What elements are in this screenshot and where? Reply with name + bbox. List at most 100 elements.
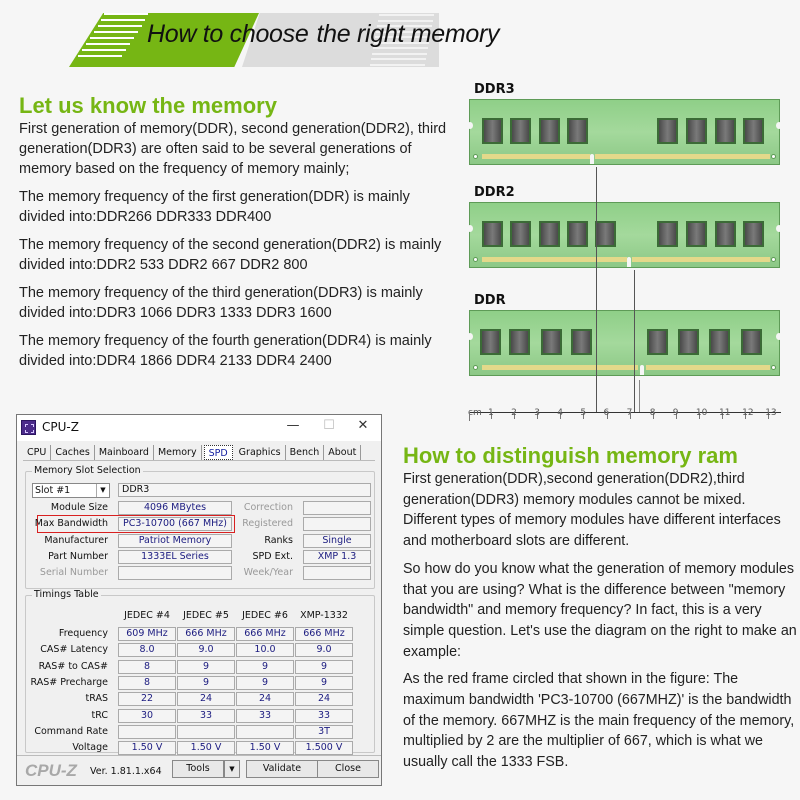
memory-type-field: DDR3 xyxy=(118,483,371,497)
ddr4-frequency-paragraph: The memory frequency of the fourth gener… xyxy=(19,333,432,369)
timings-row-label: Frequency xyxy=(58,628,108,639)
intro-paragraph: First generation of memory(DDR), second … xyxy=(19,121,447,177)
banner-title-part1: How to choose xyxy=(147,20,309,48)
timings-column-header: JEDEC #6 xyxy=(242,610,288,621)
timings-table-label: Timings Table xyxy=(32,589,101,600)
timings-column-header: XMP-1332 xyxy=(300,610,348,621)
slot-select-value: Slot #1 xyxy=(35,485,71,496)
ruler-tick-label: 11 xyxy=(719,408,731,418)
spd-label: Registered xyxy=(242,518,293,530)
tools-dropdown-button[interactable]: ▼ xyxy=(224,760,240,778)
timings-cell: 24 xyxy=(177,692,235,707)
ddr2-frequency-paragraph: The memory frequency of the second gener… xyxy=(19,237,442,273)
spd-label: Part Number xyxy=(48,550,108,562)
timings-cell: 1.50 V xyxy=(236,741,294,756)
mixing-paragraph: First generation(DDR),second generation(… xyxy=(403,471,781,550)
timings-cell: 9.0 xyxy=(177,643,235,658)
timings-cell: 33 xyxy=(236,708,294,723)
example-paragraph: As the red frame circled that shown in t… xyxy=(403,671,795,771)
spd-label: Week/Year xyxy=(243,567,293,579)
timings-row-label: Command Rate xyxy=(34,725,108,737)
minimize-button[interactable]: — xyxy=(283,418,303,436)
ddr-notch-guide-line xyxy=(639,380,640,413)
cpuz-titlebar: CPU-Z — ☐ ✕ xyxy=(17,415,381,441)
tab-mainboard[interactable]: Mainboard xyxy=(95,445,154,460)
timings-cell: 8 xyxy=(118,659,176,674)
timings-cell: 666 MHz xyxy=(295,627,353,641)
timings-cell: 9 xyxy=(236,659,294,674)
timings-cell xyxy=(177,724,235,739)
spd-label: SPD Ext. xyxy=(252,550,293,562)
cpuz-brand-logo: CPU-Z xyxy=(25,761,77,780)
timings-row-label: CAS# Latency xyxy=(40,644,108,656)
spd-label: Manufacturer xyxy=(44,534,108,546)
close-window-button[interactable]: ✕ xyxy=(353,418,373,436)
timings-cell: 9 xyxy=(177,659,235,674)
timings-cell: 666 MHz xyxy=(177,627,235,641)
ram-label-ddr3: DDR3 xyxy=(474,82,515,97)
timings-cell: 9 xyxy=(295,675,353,690)
ruler-tick-label: 1 xyxy=(488,408,494,418)
spd-value: Patriot Memory xyxy=(118,533,232,548)
ruler-tick-label: 5 xyxy=(580,408,587,418)
cpuz-footer: CPU-Z Ver. 1.81.1.x64 Tools ▼ Validate C… xyxy=(17,755,381,785)
memory-slot-group-label: Memory Slot Selection xyxy=(32,465,143,476)
chevron-down-icon: ▼ xyxy=(96,484,109,497)
cpuz-app-icon xyxy=(21,420,36,435)
timings-row-label: RAS# Precharge xyxy=(30,676,108,688)
maximize-button[interactable]: ☐ xyxy=(319,418,339,436)
spd-label: Ranks xyxy=(264,534,293,546)
timings-cell: 1.50 V xyxy=(118,741,176,756)
ram-comparison-diagram: DDR3 DDR2 DDR cm 1 2 3 4 5 6 7 8 9 10 11 12 13 xyxy=(460,75,800,425)
tab-about[interactable]: About xyxy=(324,445,362,460)
cpuz-window: CPU-Z — ☐ ✕ CPU Caches Mainboard Memory … xyxy=(16,414,382,786)
timings-cell: 8.0 xyxy=(118,643,176,658)
timings-cell: 9 xyxy=(177,675,235,690)
tab-graphics[interactable]: Graphics xyxy=(235,445,286,460)
question-paragraph: So how do you know what the generation o… xyxy=(403,560,797,660)
tab-bench[interactable]: Bench xyxy=(286,445,325,460)
ram-label-ddr: DDR xyxy=(474,293,506,308)
spd-value xyxy=(303,501,371,515)
validate-button[interactable]: Validate xyxy=(246,760,318,778)
ruler-tick-label: 13 xyxy=(765,408,777,418)
spd-value: XMP 1.3 xyxy=(303,549,371,564)
tab-spd[interactable]: SPD xyxy=(203,445,233,460)
timings-cell: 3T xyxy=(295,724,353,739)
timings-cell: 1.500 V xyxy=(295,741,353,756)
tab-memory[interactable]: Memory xyxy=(154,445,202,460)
timings-cell: 30 xyxy=(118,708,176,723)
tools-button[interactable]: Tools xyxy=(172,760,224,778)
ddr3-notch-guide-line xyxy=(596,167,597,413)
ruler-tick-label: 4 xyxy=(557,408,564,418)
banner-title-part2: the right memory xyxy=(316,20,500,48)
spd-value: 1333EL Series xyxy=(118,549,232,564)
ddr3-frequency-paragraph: The memory frequency of the third genera… xyxy=(19,285,423,321)
timings-cell: 24 xyxy=(236,692,294,707)
timings-cell: 9 xyxy=(295,659,353,674)
tab-caches[interactable]: Caches xyxy=(51,445,95,460)
timings-cell: 1.50 V xyxy=(177,741,235,756)
timings-column-header: JEDEC #5 xyxy=(183,610,229,621)
ruler-tick-label: 7 xyxy=(626,408,633,418)
ram-module-ddr2 xyxy=(467,202,782,268)
timings-cell: 22 xyxy=(118,692,176,707)
ddr-frequency-paragraph: The memory frequency of the first genera… xyxy=(19,189,410,225)
ruler-unit-label: cm xyxy=(468,408,482,418)
timings-cell: 9 xyxy=(236,675,294,690)
timings-row-label: RAS# to CAS# xyxy=(38,660,108,672)
ram-label-ddr2: DDR2 xyxy=(474,185,515,200)
timings-cell: 33 xyxy=(295,708,353,723)
tab-cpu[interactable]: CPU xyxy=(23,445,52,460)
close-button[interactable]: Close xyxy=(317,760,379,778)
timings-cell: 9.0 xyxy=(295,643,353,658)
spd-label: Serial Number xyxy=(39,567,108,579)
ddr2-notch-guide-line xyxy=(634,270,635,413)
ruler-tick-label: 2 xyxy=(511,408,517,418)
ram-module-ddr3 xyxy=(467,99,782,165)
banner-stripes-left xyxy=(68,13,148,67)
slot-select[interactable]: Slot #1 ▼ xyxy=(32,483,110,498)
timings-cell: 10.0 xyxy=(236,643,294,658)
timings-cell: 24 xyxy=(295,692,353,707)
ruler-tick xyxy=(469,412,470,421)
